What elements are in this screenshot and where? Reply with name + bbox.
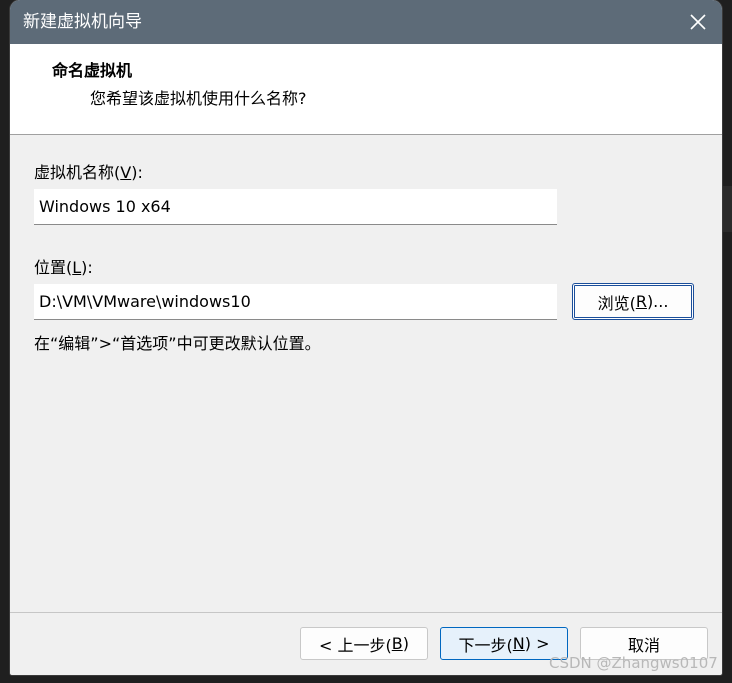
window-title: 新建虚拟机向导 <box>23 12 142 32</box>
browse-accelerator: R <box>635 292 647 311</box>
footer-divider <box>10 612 722 613</box>
vm-name-label: 虚拟机名称(V): <box>34 163 143 182</box>
close-icon <box>690 14 706 30</box>
close-button[interactable] <box>682 6 714 38</box>
title-bar[interactable]: 新建虚拟机向导 <box>10 0 722 44</box>
wizard-header: 命名虚拟机 您希望该虚拟机使用什么名称? <box>10 44 722 135</box>
browse-button[interactable]: 浏览(R)... <box>572 283 694 320</box>
location-label: 位置(L): <box>34 258 93 277</box>
vm-name-input[interactable] <box>34 189 557 225</box>
vm-name-label-accelerator: V <box>120 163 132 182</box>
default-location-hint: 在“编辑”>“首选项”中可更改默认位置。 <box>34 334 321 353</box>
new-vm-wizard-window: 新建虚拟机向导 命名虚拟机 您希望该虚拟机使用什么名称? 虚拟机名称(V): 位… <box>10 0 722 675</box>
csdn-watermark: CSDN @Zhangws0107 <box>549 654 718 672</box>
location-label-accelerator: L <box>72 258 82 277</box>
back-accelerator: B <box>391 634 403 653</box>
header-subtitle: 您希望该虚拟机使用什么名称? <box>90 89 307 108</box>
location-input[interactable] <box>34 284 557 320</box>
header-title: 命名虚拟机 <box>52 61 133 80</box>
next-accelerator: N <box>512 634 525 653</box>
back-button[interactable]: < 上一步(B) <box>300 627 428 660</box>
